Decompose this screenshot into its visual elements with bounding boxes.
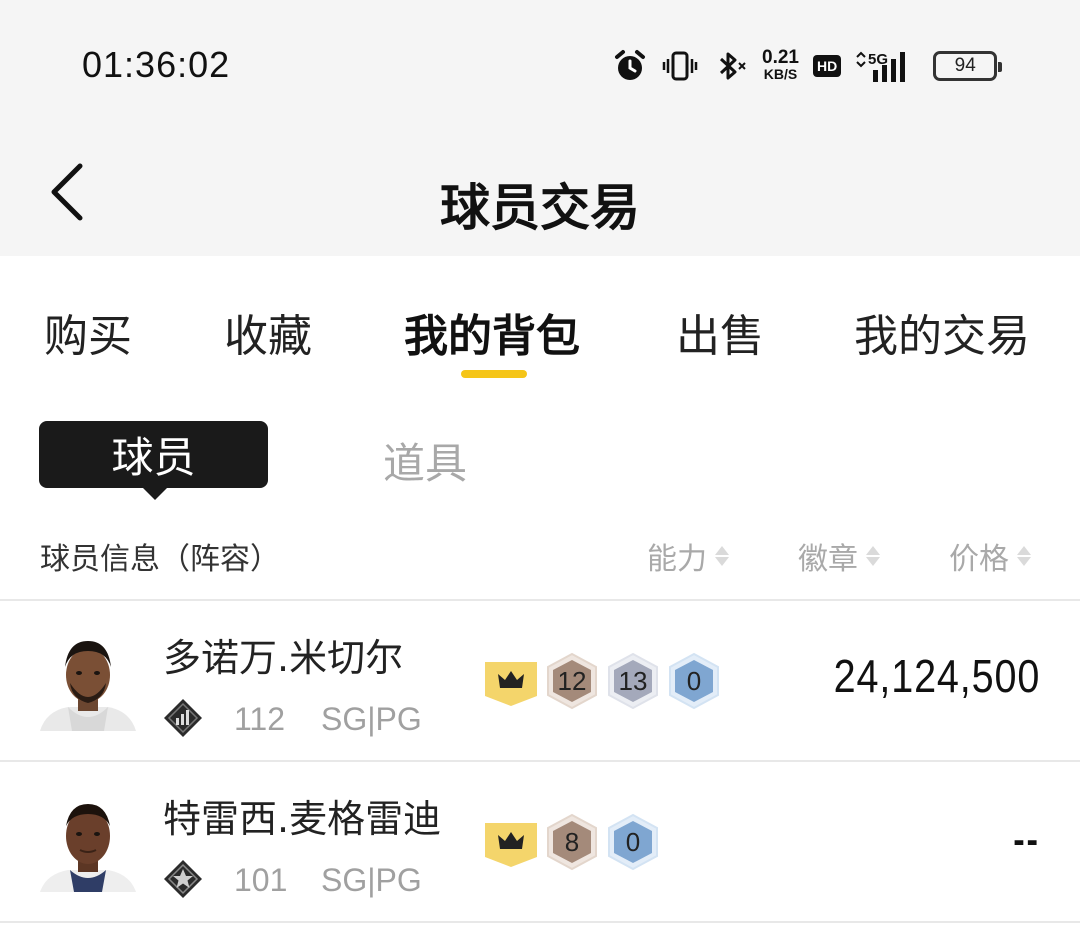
crown-icon [485,823,537,867]
tab-bar: 购买 收藏 我的背包 出售 我的交易 [0,300,1080,362]
tab-favorites[interactable]: 收藏 [224,300,312,364]
battery-icon: 94 [933,51,1003,81]
active-tab-indicator [461,370,527,378]
tab-sell[interactable]: 出售 [676,300,764,364]
player-row[interactable]: 多诺万.米切尔 112 SG|PG 12 13 0 24,124,500 [0,601,1080,759]
sort-ability-label: 能力 [647,542,707,577]
badge-count-3: 0 [686,665,702,696]
segment-players[interactable]: 球员 [39,421,268,500]
sort-badge[interactable]: 徽章 [798,534,880,578]
player-price: -- [1013,818,1040,862]
badge-gold-count: 8 [545,813,599,871]
player-price: 24,124,500 [833,650,1040,702]
badge-count-2: 0 [625,826,641,857]
sort-price[interactable]: 价格 [949,534,1031,578]
player-rating: 101 [234,862,288,898]
sort-arrows-icon [1017,545,1031,567]
alarm-icon [612,48,648,84]
status-icons: 0.21 KB/S HD 5G 94 [612,44,1003,88]
badge-gold-count: 12 [545,652,599,710]
badge-list: 8 0 [484,813,667,871]
battery-level: 94 [954,55,976,76]
divider [0,921,1080,923]
player-rating: 112 [234,701,286,737]
status-time: 01:36:02 [82,44,231,85]
sort-ability[interactable]: 能力 [647,534,729,578]
sort-arrows-icon [715,545,729,567]
net-speed-value: 0.21 [762,47,799,68]
badge-list: 12 13 0 [484,652,728,710]
tier-icon [163,698,203,738]
badge-hof-count: 0 [606,813,660,871]
crown-badge [484,652,538,710]
badge-silver-count: 13 [606,652,660,710]
vibrate-icon [662,48,698,84]
badge-count-1: 12 [557,665,587,696]
player-name: 特雷西.麦格雷迪 [163,797,442,841]
page-title: 球员交易 [440,179,640,237]
badge-hof-count: 0 [667,652,721,710]
badge-count-2: 13 [618,665,648,696]
hd-badge: HD [812,55,842,77]
tab-my-trades[interactable]: 我的交易 [854,300,1030,364]
column-player-info: 球员信息（阵容） [40,542,280,577]
segment-items[interactable]: 道具 [383,430,467,491]
crown-badge [484,813,538,871]
sort-arrows-icon [866,545,880,567]
header-bar: 01:36:02 0.21 KB/S HD 5G 94 球员交易 [0,0,1080,256]
sort-price-label: 价格 [949,542,1009,577]
player-row[interactable]: 特雷西.麦格雷迪 101 SG|PG 8 0 -- [0,762,1080,920]
player-avatar [38,631,138,731]
player-avatar [38,792,138,892]
column-header: 球员信息（阵容） 能力 徽章 价格 [0,530,1080,578]
player-name: 多诺万.米切尔 [163,636,404,680]
player-positions: SG|PG [321,701,422,737]
bluetooth-icon [712,48,748,84]
crown-icon [485,662,537,706]
player-positions: SG|PG [321,862,422,898]
net-speed: 0.21 KB/S [762,47,799,82]
badge-count-1: 8 [564,826,580,857]
sort-badge-label: 徽章 [798,542,858,577]
net-speed-unit: KB/S [763,66,798,82]
tab-my-backpack[interactable]: 我的背包 [404,300,580,364]
signal-icon: 5G [855,48,919,84]
tier-icon [163,859,203,899]
tab-buy[interactable]: 购买 [44,300,132,364]
segment-players-label: 球员 [111,433,196,482]
